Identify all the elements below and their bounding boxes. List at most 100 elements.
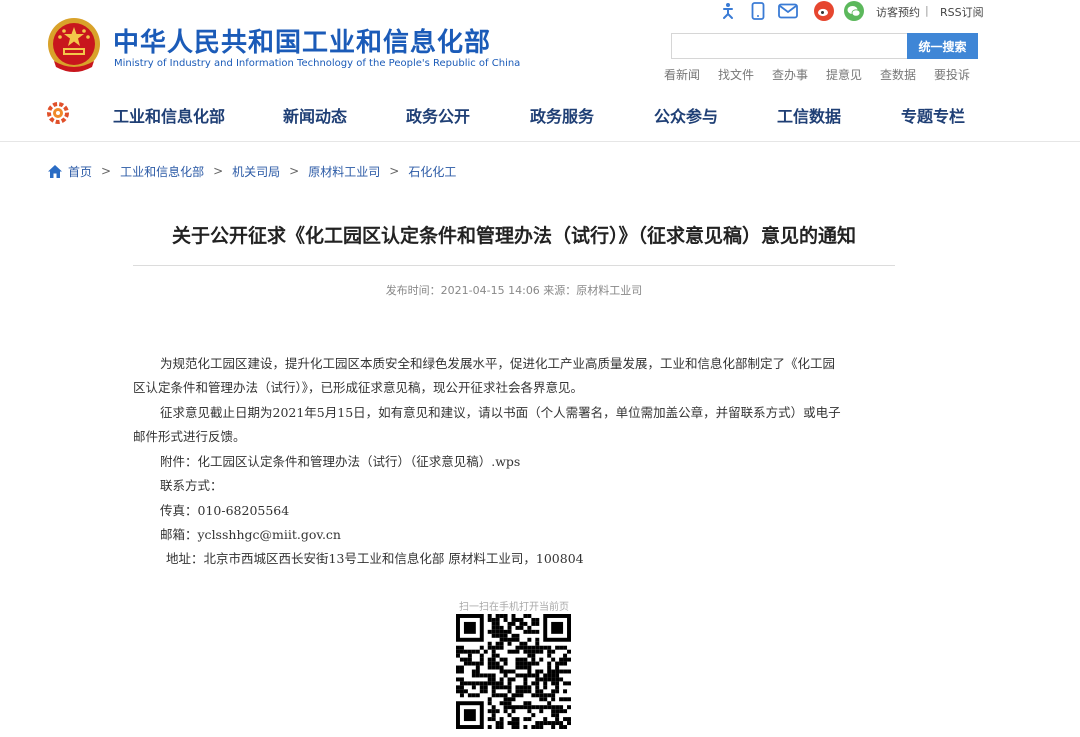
qr-module [503,669,508,674]
national-emblem-icon[interactable] [46,17,102,75]
email-icon[interactable] [778,1,798,21]
breadcrumb-ministry[interactable]: 工业和信息化部 [120,163,204,180]
contact-heading: 联系方式： [160,478,223,493]
qr-module [543,693,548,698]
qr-module [491,689,496,694]
qr-module [503,685,508,690]
attachment-link[interactable]: 附件：化工园区认定条件和管理办法（试行）（征求意见稿）.wps [160,451,893,470]
qr-module [531,629,536,634]
site-header: 中华人民共和国工业和信息化部 Ministry of Industry and … [0,0,1080,142]
wechat-icon[interactable] [844,1,864,21]
qr-module [531,649,536,654]
search-input[interactable] [671,33,909,59]
qr-module [527,689,532,694]
qr-module [507,649,512,654]
qr-module [491,705,496,710]
nav-item-data[interactable]: 工信数据 [777,103,841,127]
qr-module [563,669,568,674]
qr-module [535,677,540,682]
contact-address: 地址：北京市西城区西长安街13号工业和信息化部 原材料工业司，100804 [166,551,584,566]
qr-module [535,725,540,729]
qr-module [547,661,552,666]
qr-module [503,705,508,710]
qr-module [483,685,488,690]
qr-module [511,669,516,674]
qr-module [547,645,552,650]
qr-module [555,681,560,686]
qr-module [535,637,540,642]
breadcrumb-petrochemical[interactable]: 石化化工 [408,163,456,180]
qr-module [495,681,500,686]
rss-link[interactable]: RSS订阅 [940,4,984,20]
quick-link-news[interactable]: 看新闻 [664,66,700,83]
quick-link-services[interactable]: 查办事 [772,66,808,83]
nav-item-gov-services[interactable]: 政务服务 [530,103,594,127]
qr-module [515,673,520,678]
home-icon[interactable] [48,164,62,178]
qr-module [487,677,492,682]
qr-module [487,725,492,729]
qr-module [567,681,571,686]
quick-link-complaint[interactable]: 要投诉 [934,66,970,83]
quick-link-files[interactable]: 找文件 [718,66,754,83]
qr-module [531,617,536,622]
nav-item-public-participation[interactable]: 公众参与 [654,103,718,127]
qr-module [507,641,512,646]
qr-module [519,685,524,690]
qr-module [507,681,512,686]
qr-module [515,685,520,690]
qr-module [499,625,504,630]
qr-module [535,629,540,634]
site-title-en[interactable]: Ministry of Industry and Information Tec… [114,58,520,69]
article-meta: 发布时间：2021-04-15 14:06 来源：原材料工业司 [385,284,643,297]
site-title[interactable]: 中华人民共和国工业和信息化部 [113,22,491,59]
article-title: 关于公开征求《化工园区认定条件和管理办法（试行）》（征求意见稿）意见的通知 [171,225,856,247]
breadcrumb-home[interactable]: 首页 [68,163,92,180]
qr-module [547,669,552,674]
accessibility-icon[interactable] [718,1,738,21]
visitor-appointment-link[interactable]: 访客预约 [876,4,920,20]
nav-item-ministry[interactable]: 工业和信息化部 [113,103,225,127]
qr-module [491,713,496,718]
qr-module [515,689,520,694]
qr-module [467,649,472,654]
quick-link-data[interactable]: 查数据 [880,66,916,83]
qr-module [555,673,560,678]
qr-module [567,717,571,722]
qr-module [547,653,552,658]
nav-item-gov-affairs[interactable]: 政务公开 [406,103,470,127]
nav-item-news[interactable]: 新闻动态 [283,103,347,127]
mobile-icon[interactable] [748,1,768,21]
qr-module [551,673,556,678]
nav-item-special-topics[interactable]: 专题专栏 [901,103,965,127]
qr-module [499,721,504,726]
breadcrumb-raw-materials[interactable]: 原材料工业司 [308,163,380,180]
qr-module [459,689,464,694]
qr-module [499,685,504,690]
qr-module [523,677,528,682]
qr-module [531,705,536,710]
qr-module [471,661,476,666]
qr-module [507,629,512,634]
unified-search-button[interactable]: 统一搜索 [907,33,978,59]
qr-module [515,705,520,710]
qr-module [551,725,556,729]
quick-link-feedback[interactable]: 提意见 [826,66,862,83]
qr-module [487,614,492,618]
qr-module [495,614,500,618]
qr-module [503,661,508,666]
qr-module [531,673,536,678]
breadcrumb-departments[interactable]: 机关司局 [232,163,280,180]
qr-module [523,681,528,686]
qr-module [511,617,516,622]
qr-caption: 扫一扫在手机打开当前页 [459,602,569,613]
qr-module [487,645,492,650]
weibo-icon[interactable] [814,1,834,21]
qr-module [535,721,540,726]
qr-module [456,653,460,658]
qr-finder [463,709,476,722]
qr-module [487,673,492,678]
qr-module [511,693,516,698]
qr-module [515,725,520,729]
qr-module [515,721,520,726]
